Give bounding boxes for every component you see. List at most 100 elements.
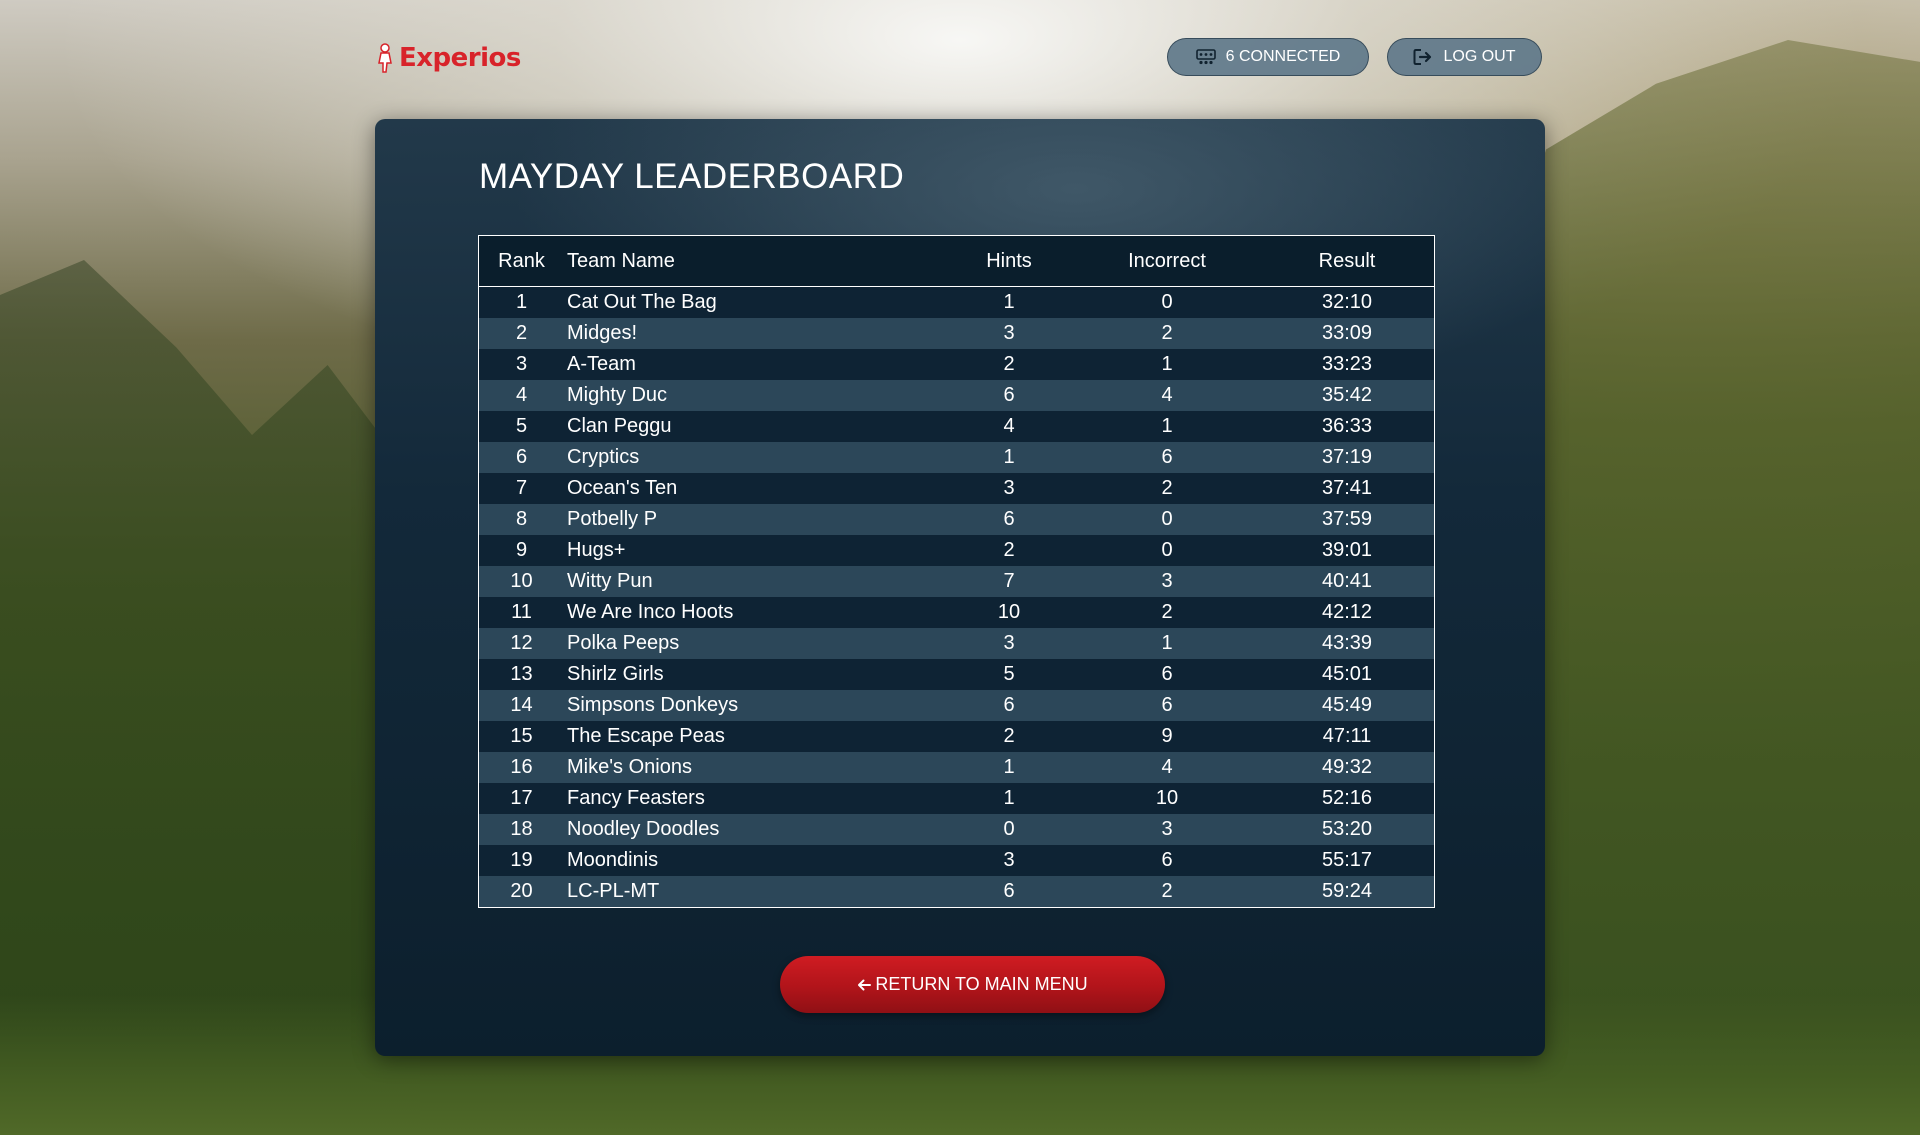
cell-result: 35:42 (1321, 384, 1373, 406)
brand-name: Experios (399, 43, 521, 73)
table-row: 20 LC-PL-MT 6 2 59:24 (479, 876, 1434, 907)
cell-hints: 6 (1003, 384, 1015, 406)
cell-rank: 13 (510, 663, 533, 685)
cell-hints: 10 (997, 601, 1021, 623)
page-title: MAYDAY LEADERBOARD (479, 157, 905, 196)
cell-result: 55:17 (1321, 849, 1373, 871)
cell-rank: 15 (510, 725, 533, 747)
cell-rank: 9 (515, 539, 528, 561)
cell-incorrect: 2 (1161, 477, 1173, 499)
table-body: 1 Cat Out The Bag 1 0 32:10 2 Midges! 3 2 33:09 3 A… (479, 287, 1434, 907)
logout-icon (1413, 49, 1432, 65)
cell-incorrect: 3 (1161, 818, 1173, 840)
users-connected-icon (1195, 49, 1216, 65)
table-row: 4 Mighty Duc 6 4 35:42 (479, 380, 1434, 411)
cell-result: 45:01 (1321, 663, 1373, 685)
background-hill-right (1480, 40, 1920, 1135)
table-row: 3 A-Team 2 1 33:23 (479, 349, 1434, 380)
cell-rank: 10 (510, 570, 533, 592)
connected-count-label: 6 CONNECTED (1225, 48, 1341, 65)
table-row: 15 The Escape Peas 2 9 47:11 (479, 721, 1434, 752)
column-header-incorrect: Incorrect (1128, 249, 1206, 272)
table-row: 14 Simpsons Donkeys 6 6 45:49 (479, 690, 1434, 721)
cell-team-name: Fancy Feasters (567, 787, 705, 809)
cell-hints: 3 (1003, 632, 1015, 654)
cell-team-name: Moondinis (567, 849, 659, 871)
leaderboard-panel: MAYDAY LEADERBOARD Rank Team Name Hints … (375, 119, 1545, 1056)
table-row: 8 Potbelly P 6 0 37:59 (479, 504, 1434, 535)
leaderboard-table: Rank Team Name Hints Incorrect Result 1 C… (478, 235, 1435, 908)
cell-rank: 4 (515, 384, 528, 406)
cell-incorrect: 6 (1161, 849, 1173, 871)
cell-result: 37:59 (1321, 508, 1373, 530)
column-header-hints: Hints (986, 249, 1032, 272)
cell-hints: 1 (1003, 756, 1015, 778)
cell-result: 59:24 (1321, 880, 1373, 902)
cell-team-name: Simpsons Donkeys (567, 694, 739, 716)
cell-hints: 7 (1003, 570, 1015, 592)
cell-incorrect: 0 (1161, 291, 1173, 313)
cell-rank: 1 (515, 291, 528, 313)
table-row: 19 Moondinis 3 6 55:17 (479, 845, 1434, 876)
table-row: 1 Cat Out The Bag 1 0 32:10 (479, 287, 1434, 318)
cell-team-name: A-Team (567, 353, 636, 375)
cell-incorrect: 6 (1161, 663, 1173, 685)
cell-result: 43:39 (1321, 632, 1373, 654)
cell-rank: 18 (510, 818, 533, 840)
cell-result: 39:01 (1321, 539, 1373, 561)
cell-rank: 2 (515, 322, 528, 344)
cell-rank: 3 (515, 353, 528, 375)
cell-incorrect: 1 (1161, 415, 1173, 437)
cell-result: 53:20 (1321, 818, 1373, 840)
cell-hints: 3 (1003, 322, 1015, 344)
cell-incorrect: 3 (1161, 570, 1173, 592)
cell-result: 45:49 (1321, 694, 1373, 716)
cell-rank: 12 (510, 632, 533, 654)
table-row: 10 Witty Pun 7 3 40:41 (479, 566, 1434, 597)
cell-hints: 6 (1003, 694, 1015, 716)
cell-result: 42:12 (1321, 601, 1373, 623)
cell-rank: 6 (515, 446, 528, 468)
cell-result: 37:41 (1321, 477, 1373, 499)
cell-hints: 1 (1003, 446, 1015, 468)
cell-rank: 19 (510, 849, 533, 871)
cell-hints: 1 (1003, 787, 1015, 809)
cell-hints: 4 (1003, 415, 1015, 437)
logout-button[interactable]: LOG OUT (1387, 38, 1542, 76)
cell-incorrect: 10 (1155, 787, 1179, 809)
logo-figure-icon (378, 43, 392, 73)
cell-result: 47:11 (1322, 725, 1372, 747)
cell-team-name: We Are Inco Hoots (567, 601, 734, 623)
cell-hints: 2 (1003, 353, 1015, 375)
cell-incorrect: 0 (1161, 539, 1173, 561)
cell-result: 32:10 (1321, 291, 1373, 313)
cell-hints: 0 (1003, 818, 1015, 840)
connected-users-button[interactable]: 6 CONNECTED (1167, 38, 1369, 76)
cell-rank: 17 (510, 787, 533, 809)
cell-team-name: Witty Pun (567, 570, 653, 592)
cell-hints: 3 (1003, 477, 1015, 499)
cell-incorrect: 1 (1161, 353, 1173, 375)
table-row: 11 We Are Inco Hoots 10 2 42:12 (479, 597, 1434, 628)
return-to-main-menu-button[interactable]: RETURN TO MAIN MENU (780, 956, 1165, 1013)
table-row: 7 Ocean's Ten 3 2 37:41 (479, 473, 1434, 504)
table-row: 5 Clan Peggu 4 1 36:33 (479, 411, 1434, 442)
cell-incorrect: 2 (1161, 322, 1173, 344)
cell-incorrect: 4 (1161, 756, 1173, 778)
brand-logo[interactable]: Experios (375, 40, 521, 76)
cell-incorrect: 2 (1161, 601, 1173, 623)
column-header-result: Result (1318, 249, 1376, 272)
cell-hints: 6 (1003, 508, 1015, 530)
table-row: 2 Midges! 3 2 33:09 (479, 318, 1434, 349)
logout-label: LOG OUT (1443, 48, 1516, 65)
cell-hints: 6 (1003, 880, 1015, 902)
cell-team-name: Cat Out The Bag (567, 291, 717, 313)
cell-incorrect: 4 (1161, 384, 1173, 406)
column-header-team-name: Team Name (567, 249, 675, 272)
table-row: 12 Polka Peeps 3 1 43:39 (479, 628, 1434, 659)
table-row: 17 Fancy Feasters 1 10 52:16 (479, 783, 1434, 814)
cell-rank: 11 (511, 601, 532, 623)
cell-hints: 2 (1003, 725, 1015, 747)
cell-result: 40:41 (1321, 570, 1373, 592)
cell-team-name: Mike's Onions (567, 756, 692, 778)
